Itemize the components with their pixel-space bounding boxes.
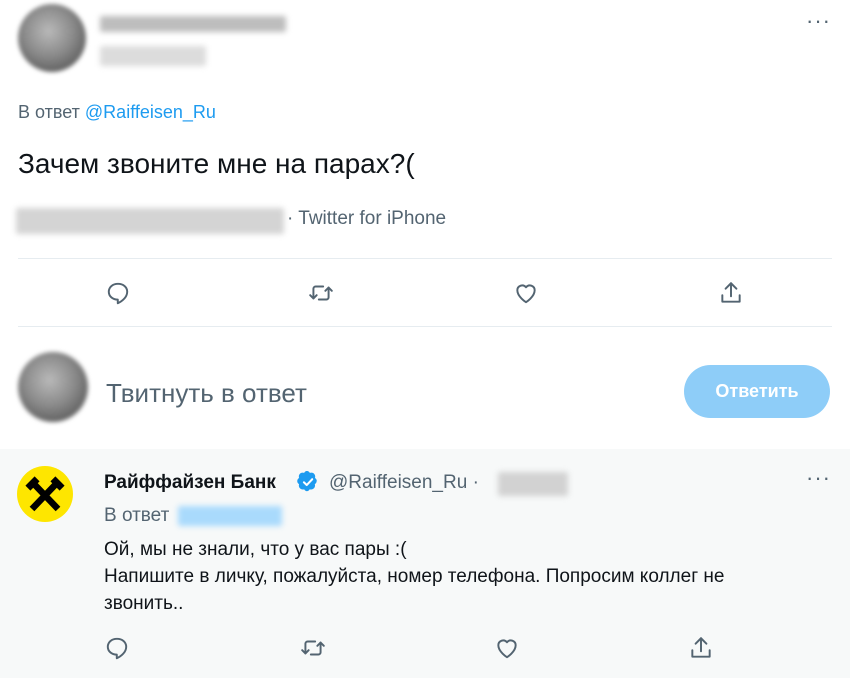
reply-tweet-share-button[interactable] [681,628,721,668]
reply-to-line: В ответ @Raiffeisen_Ru [18,102,216,123]
reply-tweet-reply-button[interactable] [97,628,137,668]
reply-line: Напишите в личку, пожалуйста, номер теле… [104,566,725,587]
divider [18,326,832,327]
author-name-redacted[interactable] [100,16,286,32]
bank-logo-icon [25,476,65,512]
reply-author-name[interactable]: Райффайзен Банк [104,472,276,494]
reply-mention-redacted[interactable] [178,506,282,526]
author-handle-redacted [100,46,206,66]
timestamp-redacted[interactable] [16,208,284,234]
share-icon [691,637,711,658]
retweet-action-button[interactable] [301,273,341,313]
tweet-text: Зачем звоните мне на парах?( [18,148,415,179]
divider [18,258,832,259]
share-action-button[interactable] [711,273,751,313]
reply-submit-button[interactable]: Ответить [684,365,830,418]
share-icon [721,282,741,303]
like-action-button[interactable] [506,273,546,313]
my-avatar[interactable] [18,352,88,422]
reply-body-text: Ой, мы не знали, что у вас пары :( Напиш… [104,536,824,617]
reply-icon [106,637,128,660]
reply-tweet-like-button[interactable] [487,628,527,668]
reply-to-prefix: В ответ [18,102,80,122]
reply-line: звонить.. [104,593,184,614]
reply-more-options-icon[interactable]: ··· [806,467,831,489]
verified-badge-icon [297,471,317,492]
reply-author-handle[interactable]: @Raiffeisen_Ru · [329,472,479,494]
more-options-icon[interactable]: ··· [806,10,831,32]
reply-icon [107,282,129,305]
reply-reply-to-line: В ответ [104,505,169,527]
tweet-source[interactable]: · Twitter for iPhone [287,208,446,230]
reply-timestamp-redacted[interactable] [498,472,568,496]
reply-tweet-retweet-button[interactable] [293,628,333,668]
retweet-icon [309,285,333,301]
reply-action-button[interactable] [98,273,138,313]
reply-line: Ой, мы не знали, что у вас пары :( [104,539,407,560]
reply-compose-input[interactable]: Твитнуть в ответ [106,378,307,409]
bank-avatar[interactable] [17,466,73,522]
reply-reply-to-prefix: В ответ [104,505,170,526]
heart-icon [497,639,517,659]
heart-icon [516,284,536,304]
reply-to-mention-link[interactable]: @Raiffeisen_Ru [85,102,216,122]
author-avatar[interactable] [18,4,86,72]
retweet-icon [301,640,325,656]
